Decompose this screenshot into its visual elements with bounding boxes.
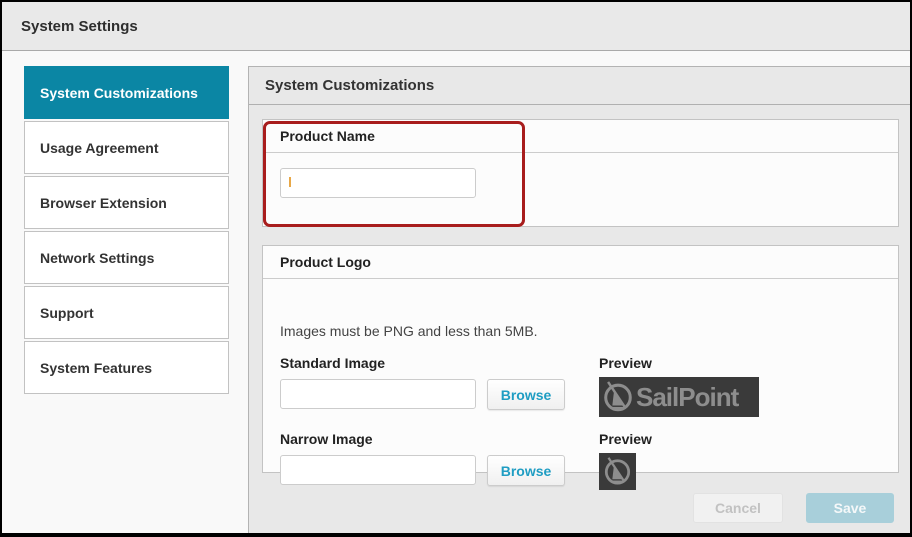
sidebar-item-label: System Customizations bbox=[40, 84, 198, 101]
main-panel-title: System Customizations bbox=[265, 77, 435, 94]
sailpoint-logo-narrow-preview bbox=[599, 453, 636, 490]
standard-image-browse-button[interactable]: Browse bbox=[487, 379, 565, 410]
standard-preview-label: Preview bbox=[599, 355, 652, 371]
sidebar-item-support[interactable]: Support bbox=[24, 286, 229, 339]
cancel-button[interactable]: Cancel bbox=[693, 493, 783, 523]
sidebar-item-label: System Features bbox=[40, 359, 153, 376]
main-panel-header: System Customizations bbox=[249, 67, 910, 105]
product-logo-section-title: Product Logo bbox=[263, 246, 898, 279]
narrow-preview-label: Preview bbox=[599, 431, 652, 447]
text-cursor-mark bbox=[289, 177, 291, 187]
main-panel: System Customizations Product Name Produ… bbox=[248, 66, 910, 533]
sailpoint-logo-text: SailPoint bbox=[636, 382, 739, 412]
sailpoint-sail-icon bbox=[604, 381, 632, 412]
logo-requirements-note: Images must be PNG and less than 5MB. bbox=[280, 323, 538, 339]
product-name-section-title: Product Name bbox=[263, 120, 898, 153]
sidebar-item-label: Network Settings bbox=[40, 249, 155, 266]
product-name-input[interactable] bbox=[280, 168, 476, 198]
settings-sidebar: System Customizations Usage Agreement Br… bbox=[24, 66, 229, 396]
sailpoint-logo-standard-preview: SailPoint bbox=[599, 377, 759, 417]
sailpoint-sail-icon bbox=[604, 457, 631, 485]
product-logo-section: Product Logo Images must be PNG and less… bbox=[262, 245, 899, 490]
standard-image-label: Standard Image bbox=[280, 355, 386, 371]
sidebar-item-label: Support bbox=[40, 304, 94, 321]
sidebar-item-system-customizations[interactable]: System Customizations bbox=[24, 66, 229, 119]
page-header: System Settings bbox=[2, 2, 910, 51]
narrow-image-label: Narrow Image bbox=[280, 431, 373, 447]
sidebar-item-browser-extension[interactable]: Browser Extension bbox=[24, 176, 229, 229]
sidebar-item-label: Browser Extension bbox=[40, 194, 167, 211]
product-name-section: Product Name bbox=[262, 119, 899, 227]
sidebar-item-network-settings[interactable]: Network Settings bbox=[24, 231, 229, 284]
narrow-image-browse-button[interactable]: Browse bbox=[487, 455, 565, 486]
save-button[interactable]: Save bbox=[806, 493, 894, 523]
page-title: System Settings bbox=[21, 18, 138, 35]
sidebar-item-label: Usage Agreement bbox=[40, 139, 159, 156]
sidebar-item-usage-agreement[interactable]: Usage Agreement bbox=[24, 121, 229, 174]
sidebar-item-system-features[interactable]: System Features bbox=[24, 341, 229, 394]
system-settings-window: System Settings System Customizations Us… bbox=[0, 0, 912, 537]
standard-image-input[interactable] bbox=[280, 379, 476, 409]
narrow-image-input[interactable] bbox=[280, 455, 476, 485]
